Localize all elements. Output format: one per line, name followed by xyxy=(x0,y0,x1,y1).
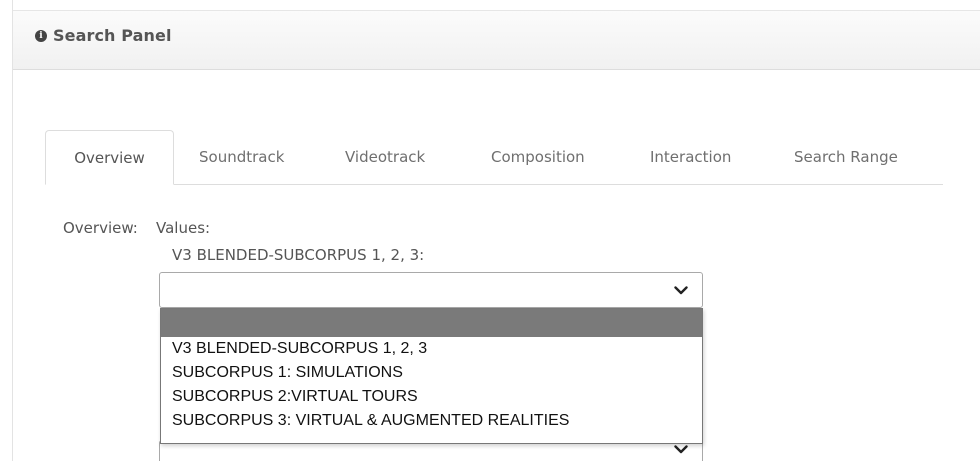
info-icon: i xyxy=(35,30,47,42)
tab-interaction[interactable]: Interaction xyxy=(650,130,731,184)
tab-composition[interactable]: Composition xyxy=(491,130,585,184)
chevron-down-icon xyxy=(674,286,688,295)
page: i Search Panel Overview Soundtrack Video… xyxy=(0,0,980,461)
tab-bar: Overview Soundtrack Videotrack Compositi… xyxy=(45,130,943,185)
tab-search-range[interactable]: Search Range xyxy=(794,130,898,184)
tab-videotrack[interactable]: Videotrack xyxy=(345,130,425,184)
tab-overview[interactable]: Overview xyxy=(45,130,174,185)
corpus-select[interactable] xyxy=(159,272,703,308)
corpus-label: V3 BLENDED-SUBCORPUS 1, 2, 3: xyxy=(172,246,425,264)
dropdown-option[interactable]: V3 BLENDED-SUBCORPUS 1, 2, 3 xyxy=(161,337,702,361)
chevron-down-icon xyxy=(674,445,688,454)
values-label: Values: xyxy=(156,219,211,237)
dropdown-option[interactable]: SUBCORPUS 1: SIMULATIONS xyxy=(161,361,702,385)
panel-title: Search Panel xyxy=(53,26,172,45)
corpus-dropdown-list: V3 BLENDED-SUBCORPUS 1, 2, 3 SUBCORPUS 1… xyxy=(160,308,703,444)
dropdown-option[interactable]: SUBCORPUS 3: VIRTUAL & AUGMENTED REALITI… xyxy=(161,409,702,433)
dropdown-option-blank[interactable] xyxy=(161,309,702,337)
tab-soundtrack[interactable]: Soundtrack xyxy=(199,130,284,184)
overview-label: Overview: xyxy=(63,219,138,237)
dropdown-option[interactable]: SUBCORPUS 2:VIRTUAL TOURS xyxy=(161,385,702,409)
